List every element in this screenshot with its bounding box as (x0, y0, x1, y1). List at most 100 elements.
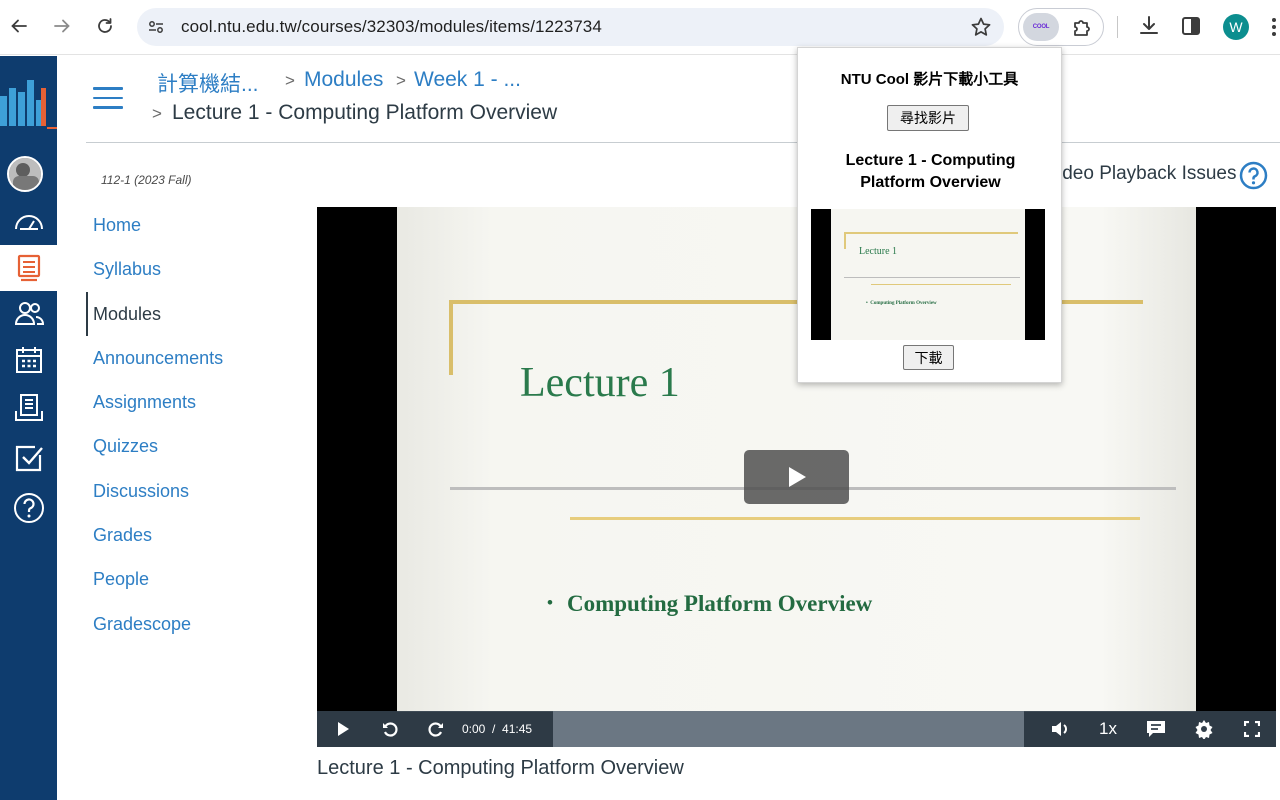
course-nav-syllabus[interactable]: Syllabus (86, 247, 296, 291)
rewind-button[interactable] (377, 711, 403, 747)
dashboard-nav-item[interactable] (0, 199, 57, 245)
breadcrumb-current: Lecture 1 - Computing Platform Overview (172, 101, 558, 124)
help-nav-item[interactable] (0, 485, 57, 531)
courses-icon (17, 254, 40, 282)
address-bar[interactable]: cool.ntu.edu.tw/courses/32303/modules/it… (137, 8, 1004, 46)
gear-icon (1195, 720, 1213, 739)
reload-button[interactable] (91, 12, 119, 40)
download-icon[interactable] (1137, 14, 1161, 38)
extension-popup: NTU Cool 影片下載小工具 尋找影片 Lecture 1 - Comput… (797, 47, 1062, 383)
course-nav-assignments[interactable]: Assignments (86, 380, 296, 424)
dashboard-icon (14, 215, 43, 230)
fullscreen-icon (1244, 721, 1260, 737)
big-play-button[interactable] (744, 450, 849, 504)
seek-bar[interactable] (553, 711, 1024, 747)
breadcrumb-separator: > (396, 71, 406, 90)
ntu-cool-extension-button[interactable]: COOL (1023, 13, 1059, 41)
time-display: 0:00 / 41:45 (462, 722, 533, 736)
forward-icon (428, 722, 443, 737)
thumbnail-rule (844, 232, 1018, 234)
volume-icon (1052, 722, 1067, 736)
playback-speed-button[interactable]: 1x (1093, 711, 1123, 747)
play-icon (338, 722, 349, 736)
groups-icon (14, 302, 44, 325)
video-controls: 0:00 / 41:45 1x (317, 711, 1276, 747)
calendar-icon (15, 347, 42, 373)
course-nav-grades[interactable]: Grades (86, 513, 296, 557)
video-thumbnail: Lecture 1 • Computing Platform Overview (811, 209, 1045, 340)
url-text[interactable]: cool.ntu.edu.tw/courses/32303/modules/it… (181, 17, 602, 37)
current-time: 0:00 (462, 722, 486, 736)
thumbnail-rule (844, 232, 846, 249)
puzzle-icon[interactable] (1071, 16, 1095, 40)
ntu-cool-logo-icon[interactable] (0, 66, 57, 136)
breadcrumb-separator: > (285, 71, 295, 90)
thumbnail-rule (871, 284, 1011, 285)
breadcrumb-modules[interactable]: Modules (304, 68, 383, 92)
settings-button[interactable] (1191, 711, 1217, 747)
toolbar-divider (1117, 16, 1118, 38)
reload-icon (98, 18, 112, 33)
fullscreen-button[interactable] (1239, 711, 1265, 747)
captions-icon (1147, 721, 1165, 737)
course-nav-home[interactable]: Home (86, 203, 296, 247)
course-nav-quizzes[interactable]: Quizzes (86, 424, 296, 468)
course-menu-toggle[interactable] (93, 87, 123, 109)
course-nav-discussions[interactable]: Discussions (86, 469, 296, 513)
popup-video-title: Lecture 1 - Computing Platform Overview (845, 152, 1016, 191)
calendar-nav-item[interactable] (0, 337, 57, 383)
profile-avatar[interactable]: W (1223, 14, 1249, 40)
arrow-left-icon (11, 19, 27, 33)
breadcrumb-week[interactable]: Week 1 - ... (414, 68, 521, 92)
find-video-button[interactable]: 尋找影片 (887, 105, 969, 131)
thumbnail-bullet: • Computing Platform Overview (866, 301, 937, 306)
forward-button[interactable] (48, 12, 76, 40)
groups-nav-item[interactable] (0, 291, 57, 337)
more-menu-icon[interactable] (1268, 15, 1280, 39)
duration: 41:45 (502, 722, 533, 736)
captions-button[interactable] (1143, 711, 1169, 747)
thumbnail-bullet-text: Computing Platform Overview (870, 301, 937, 306)
course-nav-modules[interactable]: Modules (86, 291, 296, 336)
side-panel-icon[interactable] (1179, 14, 1203, 38)
download-button[interactable]: 下載 (903, 345, 954, 370)
todo-nav-item[interactable] (0, 435, 57, 481)
course-nav-gradescope[interactable]: Gradescope (86, 602, 296, 646)
play-icon (788, 467, 806, 487)
bookmark-star-icon[interactable] (970, 16, 992, 38)
thumbnail-rule (844, 277, 1020, 278)
course-nav-announcements[interactable]: Announcements (86, 336, 296, 380)
forward-skip-button[interactable] (423, 711, 449, 747)
inbox-nav-item[interactable] (0, 385, 57, 431)
thumbnail-frame: Lecture 1 • Computing Platform Overview (831, 209, 1025, 340)
course-term: 112-1 (2023 Fall) (101, 173, 192, 187)
slide-rule (570, 517, 1140, 520)
popup-title: NTU Cool 影片下載小工具 (840, 71, 1019, 88)
thumbnail-title: Lecture 1 (859, 246, 898, 257)
cool-logo-icon: COOL (1032, 24, 1050, 30)
help-icon (13, 493, 44, 523)
checkbox-icon (15, 445, 43, 472)
browser-toolbar: cool.ntu.edu.tw/courses/32303/modules/it… (0, 0, 1280, 55)
breadcrumb-separator: > (152, 104, 162, 123)
global-navigation (0, 56, 57, 800)
header-divider (86, 142, 1280, 143)
slide-bullet: • Computing Platform Overview (547, 591, 873, 616)
slide-rule (449, 300, 453, 375)
volume-button[interactable] (1047, 711, 1073, 747)
rewind-icon (383, 722, 398, 737)
arrow-right-icon (54, 19, 70, 33)
courses-nav-item[interactable] (0, 245, 57, 291)
slide-bullet-text: Computing Platform Overview (566, 591, 873, 616)
inbox-icon (14, 394, 43, 421)
video-caption: Lecture 1 - Computing Platform Overview (317, 757, 684, 779)
account-avatar[interactable] (7, 156, 43, 192)
back-button[interactable] (5, 12, 33, 40)
play-button[interactable] (331, 711, 355, 747)
course-nav-people[interactable]: People (86, 557, 296, 601)
site-settings-icon[interactable] (147, 18, 165, 36)
video-playback-issues-link[interactable]: ideo Playback Issues (1058, 163, 1237, 185)
question-circle-icon[interactable] (1239, 161, 1268, 190)
slide-title: Lecture 1 (520, 360, 680, 406)
breadcrumb-course[interactable]: 計算機結... (157, 68, 259, 98)
